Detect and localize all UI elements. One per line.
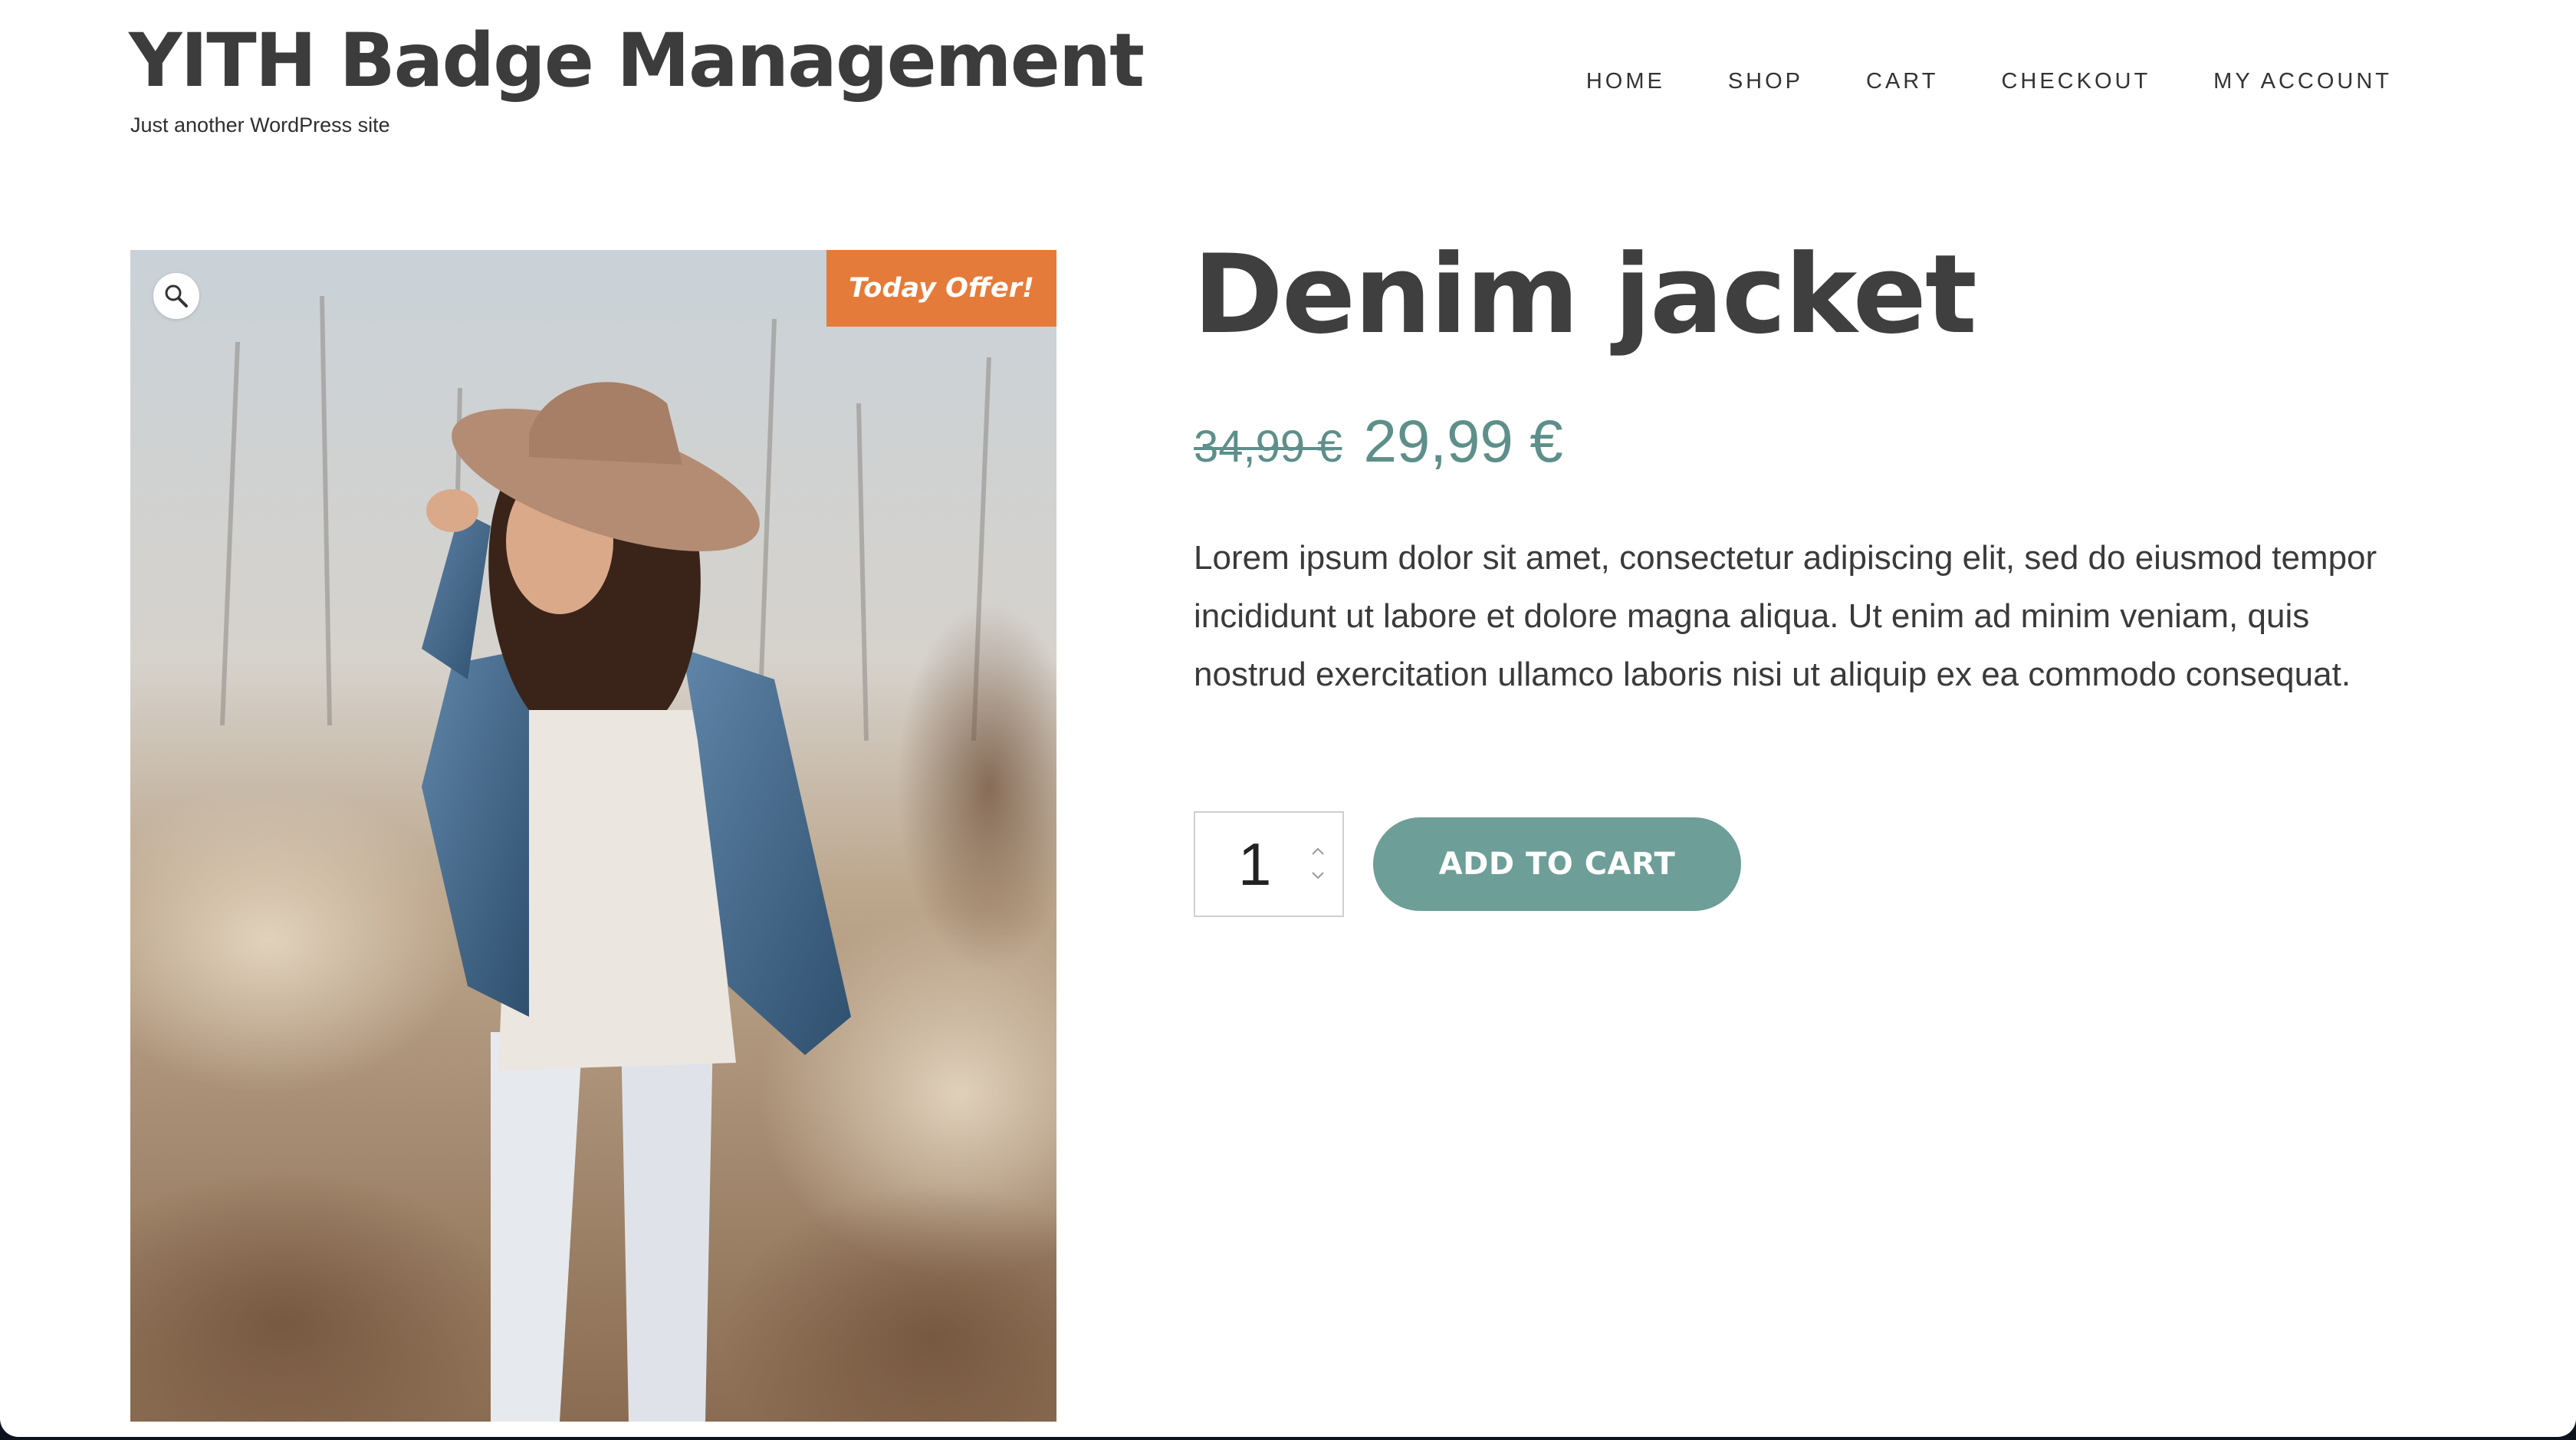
site-tagline: Just another WordPress site: [130, 113, 390, 136]
chevron-down-icon[interactable]: [1309, 868, 1327, 883]
nav-item-home[interactable]: HOME: [1586, 64, 1665, 99]
chevron-up-icon[interactable]: [1309, 843, 1327, 859]
add-to-cart-form: 1 ADD TO CART: [1194, 811, 1741, 917]
product-gallery[interactable]: Today Offer!: [130, 250, 1056, 1422]
add-to-cart-button[interactable]: ADD TO CART: [1373, 817, 1741, 911]
regular-price: 34,99 €: [1194, 422, 1342, 472]
product-image: [130, 250, 1056, 1422]
zoom-button[interactable]: [153, 273, 199, 319]
product-description: Lorem ipsum dolor sit amet, consectetur …: [1194, 539, 2377, 693]
magnifier-icon: [165, 284, 188, 307]
nav-item-checkout[interactable]: CHECKOUT: [2001, 64, 2150, 99]
main-navigation: HOME SHOP CART CHECKOUT MY ACCOUNT: [1586, 64, 2392, 99]
site-title[interactable]: YITH Badge Management: [129, 11, 1145, 110]
sale-price: 29,99 €: [1363, 407, 1563, 475]
product-page: YITH Badge Management Just another WordP…: [0, 0, 2576, 1437]
nav-item-my-account[interactable]: MY ACCOUNT: [2213, 64, 2392, 99]
product-price: 34,99 € 29,99 €: [1194, 406, 1563, 476]
quantity-stepper[interactable]: 1: [1194, 811, 1344, 917]
offer-badge: Today Offer!: [826, 250, 1056, 327]
nav-item-cart[interactable]: CART: [1866, 64, 1938, 99]
quantity-input[interactable]: 1: [1238, 831, 1271, 897]
product-title: Denim jacket: [1193, 232, 1977, 358]
nav-item-shop[interactable]: SHOP: [1728, 64, 1803, 99]
